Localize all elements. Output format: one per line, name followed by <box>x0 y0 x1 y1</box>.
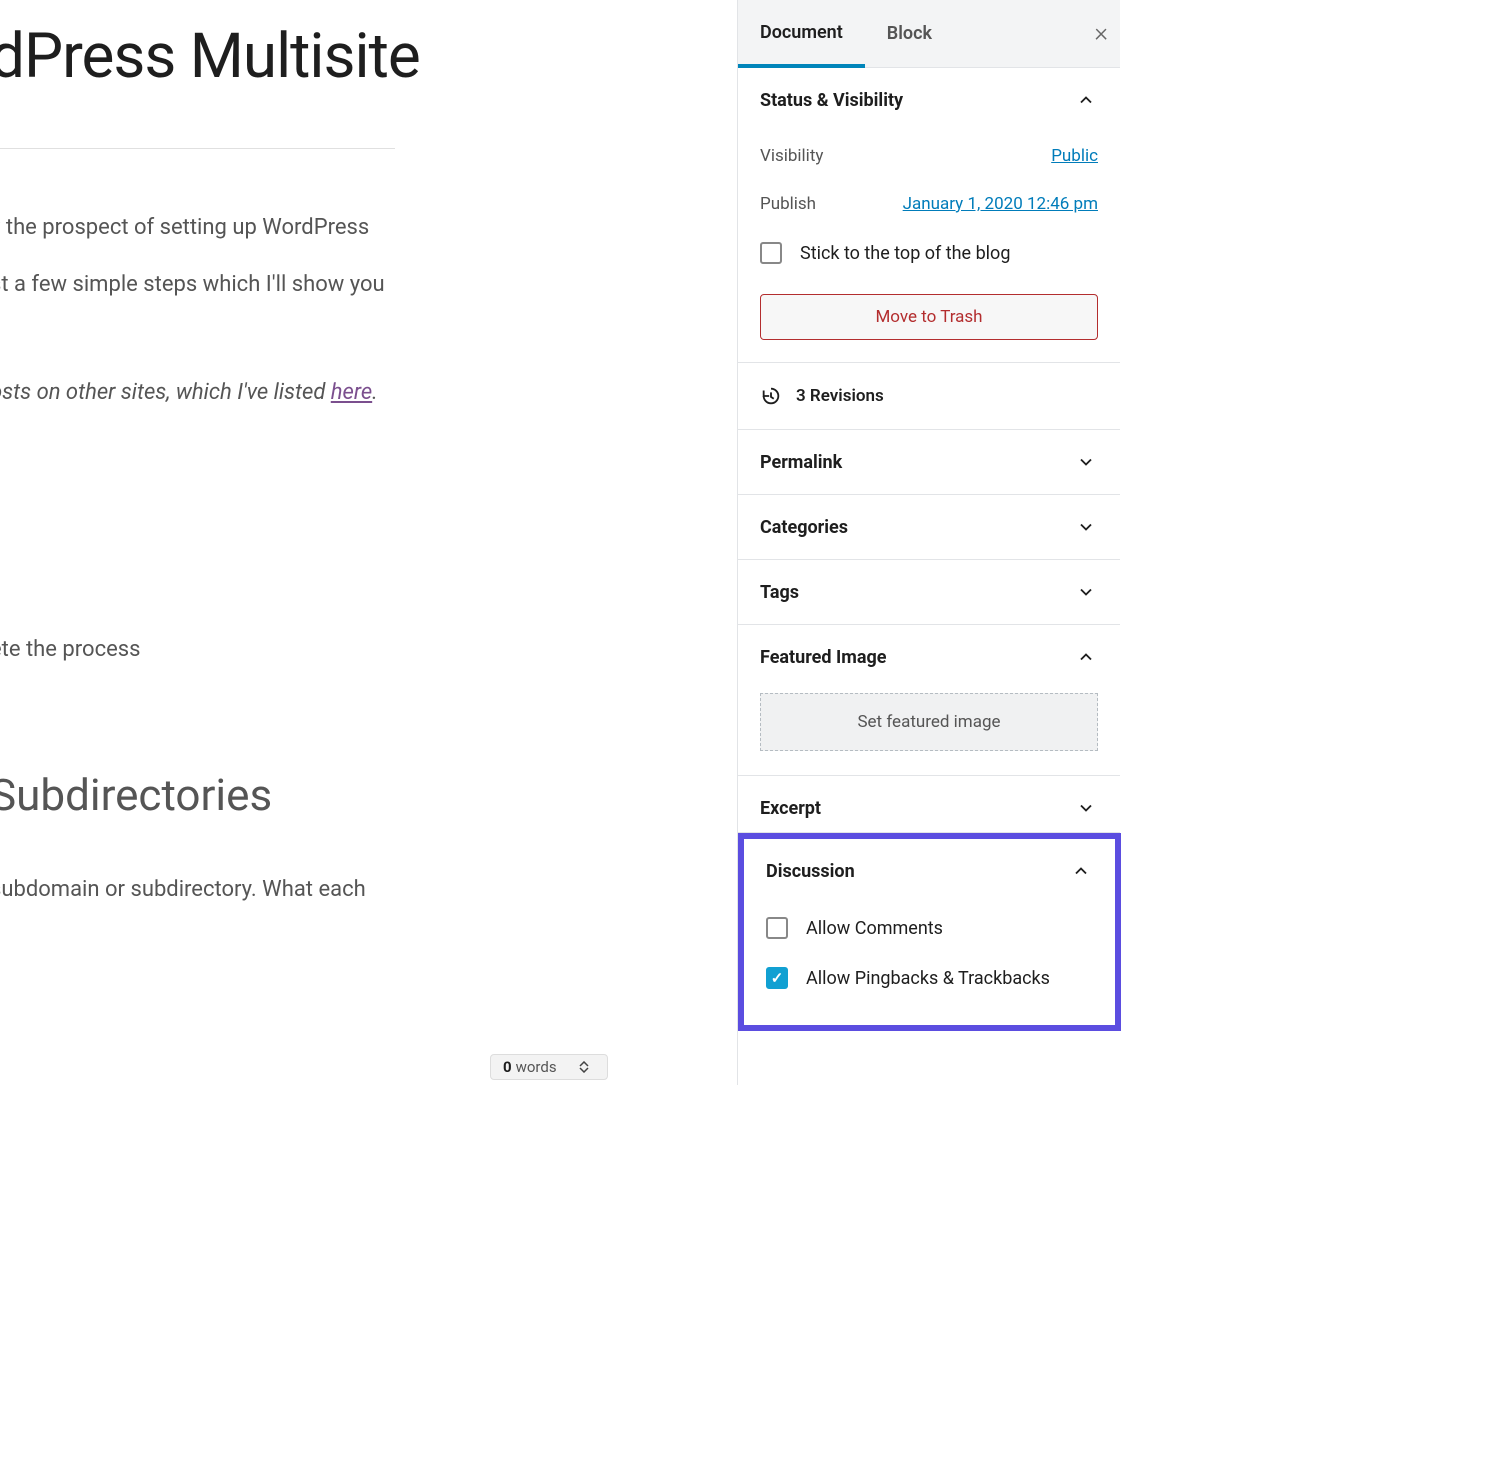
paragraph-block[interactable]: y the prospect of setting up WordPress <box>0 209 737 246</box>
word-count-number: 0 <box>503 1058 512 1076</box>
discussion-highlight: Discussion Allow Comments Allow Pingback… <box>738 833 1121 1031</box>
chevron-down-icon <box>1074 796 1098 820</box>
visibility-label: Visibility <box>760 146 823 166</box>
chevron-up-icon <box>1074 88 1098 112</box>
panel-toggle[interactable]: Status & Visibility <box>738 68 1120 132</box>
panel-toggle[interactable]: Excerpt <box>738 776 1120 832</box>
panel-title: Featured Image <box>760 647 886 668</box>
post-title[interactable]: dPress Multisite <box>0 20 737 93</box>
panel-excerpt: Excerpt <box>738 776 1120 833</box>
paragraph-text: osts on other sites, which I've listed <box>0 380 331 405</box>
paragraph-block[interactable]: ete the process <box>0 631 737 668</box>
panel-title: Discussion <box>766 861 855 882</box>
settings-sidebar: Document Block × Status & Visibility Vis… <box>737 0 1120 1085</box>
content-link[interactable]: here <box>331 380 372 405</box>
chevron-up-icon <box>1074 645 1098 669</box>
panel-toggle[interactable]: Tags <box>738 560 1120 624</box>
chevron-down-icon <box>1074 450 1098 474</box>
panel-status-visibility: Status & Visibility Visibility Public Pu… <box>738 68 1120 363</box>
stepper-icon <box>579 1061 589 1073</box>
close-icon[interactable]: × <box>1094 18 1108 48</box>
panel-tags: Tags <box>738 560 1120 625</box>
panel-toggle[interactable]: Discussion <box>744 839 1115 903</box>
move-to-trash-button[interactable]: Move to Trash <box>760 294 1098 340</box>
word-count-label: words <box>516 1058 557 1076</box>
panel-title: Excerpt <box>760 798 821 819</box>
paragraph-block[interactable]: subdomain or subdirectory. What each <box>0 871 737 908</box>
sidebar-tabs: Document Block × <box>738 0 1120 68</box>
panel-title: Tags <box>760 582 799 603</box>
chevron-down-icon <box>1074 580 1098 604</box>
publish-date[interactable]: January 1, 2020 12:46 pm <box>903 194 1098 214</box>
revisions-label: 3 Revisions <box>796 386 884 406</box>
paragraph-block[interactable]: st a few simple steps which I'll show yo… <box>0 266 737 303</box>
allow-pingbacks-label: Allow Pingbacks & Trackbacks <box>806 968 1050 989</box>
panel-title: Categories <box>760 517 848 538</box>
allow-comments-label: Allow Comments <box>806 918 943 939</box>
panel-permalink: Permalink <box>738 430 1120 495</box>
history-icon <box>760 385 782 407</box>
paragraph-block[interactable]: osts on other sites, which I've listed h… <box>0 374 737 411</box>
panel-title: Permalink <box>760 452 842 473</box>
separator-block <box>0 148 395 149</box>
panel-toggle[interactable]: Featured Image <box>738 625 1120 689</box>
tab-document[interactable]: Document <box>738 0 865 68</box>
panel-categories: Categories <box>738 495 1120 560</box>
panel-toggle[interactable]: Categories <box>738 495 1120 559</box>
publish-label: Publish <box>760 194 816 214</box>
visibility-value[interactable]: Public <box>1051 146 1098 166</box>
panel-title: Status & Visibility <box>760 90 903 111</box>
panel-toggle[interactable]: Permalink <box>738 430 1120 494</box>
stick-label: Stick to the top of the blog <box>800 243 1010 264</box>
word-count[interactable]: 0 words <box>490 1054 608 1080</box>
heading-block[interactable]: Subdirectories <box>0 769 737 821</box>
editor-canvas[interactable]: dPress Multisite y the prospect of setti… <box>0 0 737 1085</box>
panel-discussion: Discussion Allow Comments Allow Pingback… <box>744 839 1115 1025</box>
chevron-down-icon <box>1074 515 1098 539</box>
chevron-up-icon <box>1069 859 1093 883</box>
revisions-button[interactable]: 3 Revisions <box>738 363 1120 430</box>
tab-block[interactable]: Block <box>865 0 954 68</box>
paragraph-text: . <box>372 380 378 405</box>
set-featured-image-button[interactable]: Set featured image <box>760 693 1098 751</box>
panel-featured-image: Featured Image Set featured image <box>738 625 1120 776</box>
stick-checkbox[interactable] <box>760 242 782 264</box>
allow-pingbacks-checkbox[interactable] <box>766 967 788 989</box>
allow-comments-checkbox[interactable] <box>766 917 788 939</box>
